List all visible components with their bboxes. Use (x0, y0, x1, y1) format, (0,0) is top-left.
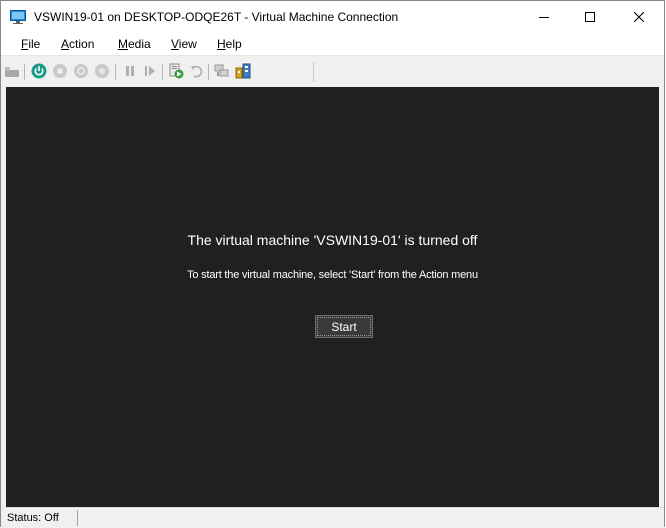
revert-button[interactable] (188, 62, 206, 80)
revert-icon (191, 65, 203, 78)
vm-connection-app-icon (10, 10, 26, 24)
close-icon (633, 12, 644, 22)
turn-off-icon (53, 64, 67, 78)
status-text: Status: Off (7, 512, 59, 524)
ctrl-alt-del-button[interactable] (3, 62, 21, 80)
enhanced-session-icon (214, 64, 229, 77)
toolbar-separator (208, 64, 209, 80)
vm-display[interactable]: The virtual machine 'VSWIN19-01' is turn… (6, 87, 659, 507)
vm-off-message: The virtual machine 'VSWIN19-01' is turn… (187, 232, 478, 248)
start-icon (31, 63, 47, 79)
title-bar[interactable]: VSWIN19-01 on DESKTOP-ODQE26T - Virtual … (1, 1, 664, 33)
turn-off-button[interactable] (51, 62, 69, 80)
resume-icon (145, 66, 155, 76)
pause-button[interactable] (121, 62, 139, 80)
shut-down-icon (74, 64, 88, 78)
enhanced-session-button[interactable] (213, 62, 231, 80)
menu-action[interactable]: Action (57, 33, 98, 55)
share-icon (235, 63, 251, 79)
menu-help[interactable]: Help (213, 33, 246, 55)
close-button[interactable] (613, 1, 664, 33)
toolbar-grip (313, 62, 314, 82)
checkpoint-icon (169, 63, 184, 79)
toolbar-separator (162, 64, 163, 80)
resume-button[interactable] (141, 62, 159, 80)
menu-media[interactable]: Media (114, 33, 155, 55)
maximize-icon (585, 12, 595, 22)
ctrl-alt-del-icon (5, 67, 19, 77)
minimize-button[interactable] (521, 1, 567, 33)
vm-connection-window: VSWIN19-01 on DESKTOP-ODQE26T - Virtual … (0, 0, 665, 528)
save-button[interactable] (93, 62, 111, 80)
vm-start-instruction: To start the virtual machine, select 'St… (187, 269, 478, 281)
menu-file[interactable]: File (17, 33, 44, 55)
menu-bar: File Action Media View Help (1, 33, 664, 55)
start-button[interactable]: Start (315, 315, 373, 338)
menu-view[interactable]: View (167, 33, 201, 55)
shut-down-button[interactable] (72, 62, 90, 80)
minimize-icon (539, 17, 549, 18)
maximize-button[interactable] (567, 1, 613, 33)
window-title: VSWIN19-01 on DESKTOP-ODQE26T - Virtual … (34, 10, 399, 24)
status-separator (77, 510, 78, 526)
toolbar (1, 55, 664, 88)
toolbar-separator (24, 64, 25, 80)
checkpoint-button[interactable] (167, 62, 185, 80)
share-button[interactable] (234, 62, 252, 80)
pause-icon (126, 66, 134, 76)
status-bar: Status: Off (1, 507, 664, 528)
start-toolbar-button[interactable] (30, 62, 48, 80)
toolbar-separator (115, 64, 116, 80)
save-icon (95, 64, 109, 78)
